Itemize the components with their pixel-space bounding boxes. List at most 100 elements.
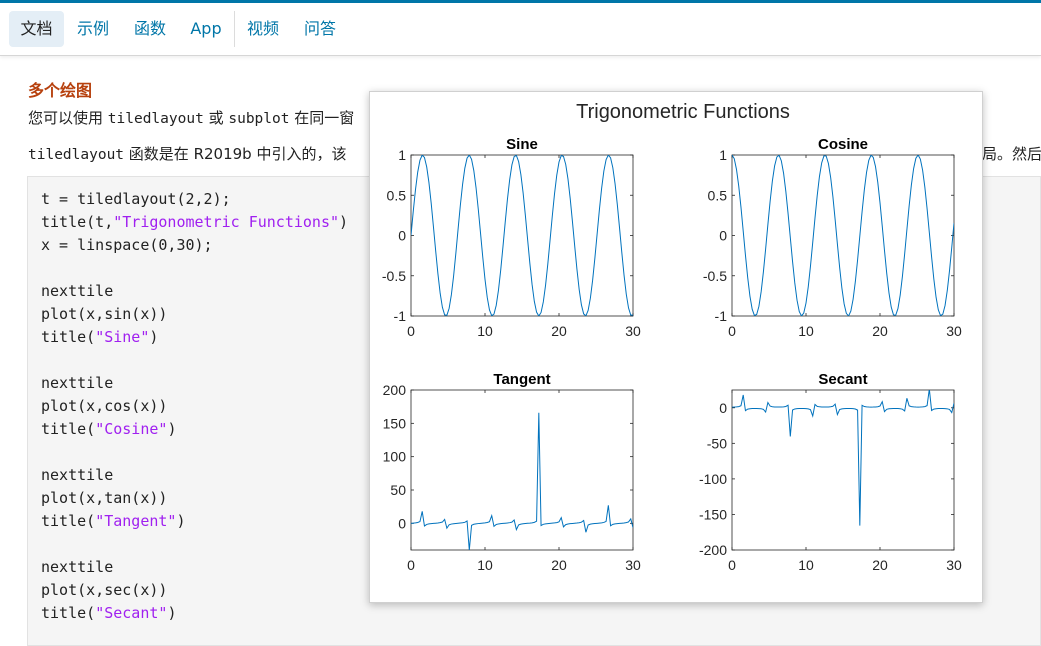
y-tick-label: 0.5 [387, 187, 407, 203]
x-tick-label: 0 [407, 323, 415, 339]
code-line: plot(x,tan(x)) [41, 489, 167, 507]
y-tick-label: 150 [383, 415, 407, 431]
code-line: x = linspace(0,30); [41, 236, 213, 254]
code-token: plot(x,sec(x)) [41, 581, 168, 599]
section-title: 多个绘图 [28, 81, 93, 100]
tiledlayout-paragraph: tiledlayout 函数是在 R2019b 中引入的，该 [28, 143, 346, 164]
y-tick-label: 0 [398, 515, 406, 531]
code-token: title( [41, 420, 96, 438]
code-token: title( [41, 604, 96, 622]
tiledlayout-text: 函数是在 R2019b 中引入的，该 [124, 145, 347, 163]
subplot-title: Cosine [818, 136, 868, 153]
code-line: title("Sine") [41, 328, 158, 346]
y-tick-label: 1 [719, 147, 727, 163]
y-tick-label: -0.5 [382, 268, 406, 284]
x-tick-label: 30 [946, 323, 962, 339]
figure-title: Trigonometric Functions [576, 101, 790, 123]
code-string: "Cosine" [95, 420, 168, 438]
tiled-figure: Trigonometric Functions Sine0 10 20 30-1-0.… [382, 101, 962, 573]
y-tick-label: 0 [719, 228, 727, 244]
nav-tab-functions[interactable]: 函数 [124, 11, 176, 47]
subplot-link[interactable]: subplot [228, 111, 289, 127]
code-token: ) [167, 604, 177, 622]
code-line: nexttile [41, 374, 113, 392]
axes-box [731, 154, 955, 317]
subplot-tangent: Tangent 0 10 20 30 0 50 100 150 200 [383, 371, 641, 573]
code-string: "Secant" [95, 604, 168, 622]
code-line: title("Secant") [41, 604, 176, 622]
x-tick-label: 30 [625, 323, 641, 339]
nav-tab-answers[interactable]: 问答 [294, 11, 346, 47]
doc-nav-bar: 文档 示例 函数 App 视频 问答 [0, 3, 1041, 56]
nav-tab-examples[interactable]: 示例 [68, 11, 118, 47]
code-line: nexttile [41, 282, 113, 300]
x-tick-label: 30 [946, 557, 962, 573]
code-token: ) [176, 512, 186, 530]
x-tick-label: 0 [407, 557, 415, 573]
code-line: title("Tangent") [41, 512, 186, 530]
subplot-secant: Secant 0 10 20 30 -200 -150 -100 -50 0 [699, 371, 962, 573]
figure-window[interactable]: Trigonometric Functions Sine 0 10 20 30 -1 -0.… [369, 91, 983, 603]
code-token: title(t, [41, 213, 114, 231]
code-token: nexttile [41, 282, 114, 300]
code-token: plot(x,cos(x)) [41, 397, 168, 415]
code-token: title( [41, 512, 96, 530]
x-tick-label: 10 [798, 557, 814, 573]
x-tick-label: 20 [551, 557, 567, 573]
subplot-sine: Sine 0 10 20 30 -1 -0.5 0 0.5 1 [382, 136, 641, 339]
code-line: t = tiledlayout(2,2); [41, 190, 231, 208]
y-tick-label: 0 [719, 400, 727, 416]
subplot-cosine: Cosine 0 10 20 30 -1 -0.5 0 0.5 1 [703, 136, 962, 339]
nav-tab-apps[interactable]: App [182, 11, 230, 47]
y-tick-label: 0.5 [708, 187, 728, 203]
y-tick-label: -1 [394, 308, 407, 324]
code-token: plot(x,tan(x)) [41, 489, 168, 507]
x-tick-label: 10 [798, 323, 814, 339]
tiledlayout-code: tiledlayout [28, 147, 125, 163]
x-tick-label: 0 [728, 557, 736, 573]
code-token: title( [41, 328, 96, 346]
y-tick-label: -150 [699, 506, 727, 522]
code-line: plot(x,cos(x)) [41, 397, 167, 415]
code-token: plot(x,sin(x)) [41, 305, 168, 323]
intro-text: 您可以使用 [28, 109, 108, 127]
y-tick-label: 100 [383, 449, 407, 465]
y-tick-label: -1 [715, 308, 728, 324]
code-string: "Trigonometric Functions" [113, 213, 340, 231]
intro-text-mid: 或 [203, 109, 229, 127]
x-tick-label: 20 [551, 323, 567, 339]
code-line: title(t,"Trigonometric Functions") [41, 213, 348, 231]
axes-box [410, 154, 634, 317]
tiledlayout-paragraph-tail: 局。然后 [982, 145, 1041, 163]
code-token: t = tiledlayout(2,2); [41, 190, 231, 208]
nav-tab-docs[interactable]: 文档 [9, 11, 64, 47]
x-tick-label: 20 [872, 557, 888, 573]
code-line: nexttile [41, 466, 113, 484]
y-tick-label: 200 [383, 382, 407, 398]
tiledlayout-link[interactable]: tiledlayout [108, 111, 204, 127]
y-tick-label: -0.5 [703, 268, 727, 284]
subplot-title: Sine [506, 136, 538, 153]
nav-divider [234, 11, 235, 47]
code-line: plot(x,sec(x)) [41, 581, 167, 599]
y-tick-label: -50 [707, 435, 727, 451]
y-tick-label: -200 [699, 542, 727, 558]
y-tick-label: 0 [398, 228, 406, 244]
x-tick-label: 10 [477, 323, 493, 339]
code-string: "Tangent" [95, 512, 177, 530]
code-token: nexttile [41, 374, 114, 392]
intro-text-suffix: 在同一窗 [289, 109, 355, 127]
x-tick-label: 20 [872, 323, 888, 339]
code-line: plot(x,sin(x)) [41, 305, 167, 323]
code-token: nexttile [41, 466, 114, 484]
code-token: ) [339, 213, 349, 231]
code-string: "Sine" [95, 328, 150, 346]
code-line: title("Cosine") [41, 420, 176, 438]
code-line: nexttile [41, 558, 113, 576]
x-tick-label: 30 [625, 557, 641, 573]
code-token: ) [149, 328, 159, 346]
code-token: nexttile [41, 558, 114, 576]
intro-paragraph: 您可以使用 tiledlayout 或 subplot 在同一窗 [28, 107, 354, 128]
x-tick-label: 10 [477, 557, 493, 573]
nav-tab-videos[interactable]: 视频 [238, 11, 288, 47]
